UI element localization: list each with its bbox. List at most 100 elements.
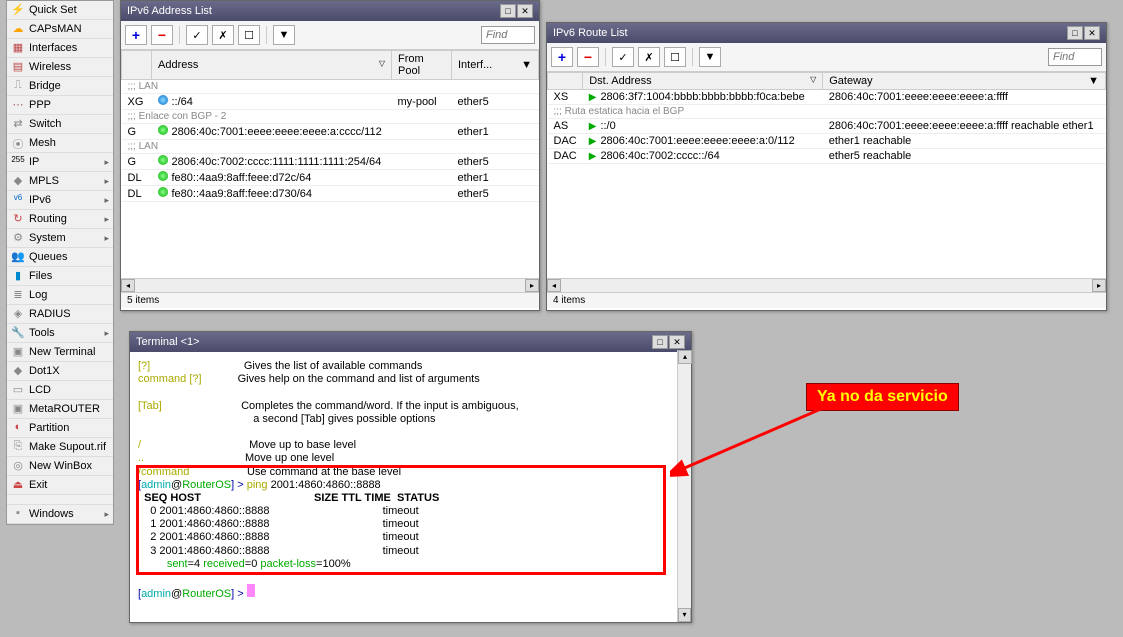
filter-button[interactable]: ▼: [273, 25, 295, 45]
menu-dot1x[interactable]: ◆Dot1X: [7, 362, 113, 381]
table-row[interactable]: DLfe80::4aa9:8aff:feee:d72c/64ether1: [122, 170, 539, 186]
col-interface[interactable]: Interf...▼: [452, 51, 539, 80]
menu-system[interactable]: ⚙System▸: [7, 229, 113, 248]
exit-icon: ⏏: [11, 478, 25, 492]
menu-label: Exit: [29, 479, 47, 491]
menu-exit[interactable]: ⏏ Exit: [7, 476, 113, 495]
menu-ipv6[interactable]: v6IPv6▸: [7, 191, 113, 210]
maximize-button[interactable]: □: [652, 335, 668, 349]
table-row[interactable]: DAC▶2806:40c:7002:cccc::/64ether5 reacha…: [548, 149, 1106, 164]
menu-mesh[interactable]: ⦿Mesh: [7, 134, 113, 153]
menu-windows[interactable]: ▪ Windows ▸: [7, 505, 113, 524]
find-input[interactable]: [481, 26, 535, 44]
table-row[interactable]: ;;; LAN: [122, 140, 539, 154]
table-row[interactable]: XS▶2806:3f7:1004:bbbb:bbbb:bbbb:f0ca:beb…: [548, 90, 1106, 105]
thunder-icon: ⚡: [11, 3, 25, 17]
comment-button[interactable]: ☐: [238, 25, 260, 45]
menu-queues[interactable]: 👥Queues: [7, 248, 113, 267]
window-title: IPv6 Route List: [553, 27, 628, 39]
col-gateway[interactable]: Gateway▼: [823, 73, 1106, 90]
titlebar[interactable]: Terminal <1> □ ✕: [130, 332, 691, 352]
maximize-button[interactable]: □: [500, 4, 516, 18]
add-button[interactable]: +: [551, 47, 573, 67]
menu-label: CAPsMAN: [29, 23, 82, 35]
windows-icon: ▪: [11, 507, 25, 521]
menu-quick-set[interactable]: ⚡ Quick Set: [7, 1, 113, 20]
menu-label: MPLS: [29, 175, 59, 187]
col-address[interactable]: Address▽: [152, 51, 392, 80]
mpls-icon: ◆: [11, 174, 25, 188]
remove-button[interactable]: −: [151, 25, 173, 45]
menu-make-supout[interactable]: ⎘Make Supout.rif: [7, 438, 113, 457]
find-input[interactable]: [1048, 48, 1102, 66]
disable-button[interactable]: ✗: [638, 47, 660, 67]
enable-button[interactable]: ✓: [612, 47, 634, 67]
terminal-output[interactable]: [?] Gives the list of available commands…: [130, 352, 691, 612]
annotation-label: Ya no da servicio: [806, 383, 959, 411]
menu-ip[interactable]: 255IP▸: [7, 153, 113, 172]
maximize-button[interactable]: □: [1067, 26, 1083, 40]
menu-label: PPP: [29, 99, 51, 111]
menu-mpls[interactable]: ◆MPLS▸: [7, 172, 113, 191]
menu-tools[interactable]: 🔧Tools▸: [7, 324, 113, 343]
menu-label: Quick Set: [29, 4, 77, 16]
col-dst-address[interactable]: Dst. Address▽: [583, 73, 823, 90]
menu-bridge[interactable]: ⎍Bridge: [7, 77, 113, 96]
menu-lcd[interactable]: ▭ LCD: [7, 381, 113, 400]
table-row[interactable]: G2806:40c:7002:cccc:1111:1111:1111:254/6…: [122, 154, 539, 170]
scrollbar[interactable]: ◂▸: [121, 278, 539, 292]
menu-metarouter[interactable]: ▣ MetaROUTER: [7, 400, 113, 419]
col-flags[interactable]: [548, 73, 583, 90]
table-row[interactable]: ;;; Ruta estatica hacia el BGP: [548, 105, 1106, 119]
close-button[interactable]: ✕: [669, 335, 685, 349]
chevron-right-icon: ▸: [104, 509, 109, 520]
menu-radius[interactable]: ◈RADIUS: [7, 305, 113, 324]
table-row[interactable]: DLfe80::4aa9:8aff:feee:d730/64ether5: [122, 186, 539, 202]
menu-label: IPv6: [29, 194, 51, 206]
col-flags[interactable]: [122, 51, 152, 80]
cursor: [247, 584, 255, 597]
chevron-right-icon: ▸: [104, 214, 109, 225]
menu-capsman[interactable]: ☁CAPsMAN: [7, 20, 113, 39]
menu-switch[interactable]: ⇄Switch: [7, 115, 113, 134]
menu-label: LCD: [29, 384, 51, 396]
chevron-right-icon: ▸: [104, 195, 109, 206]
bridge-icon: ⎍: [11, 79, 25, 93]
menu-label: MetaROUTER: [29, 403, 100, 415]
metarouter-icon: ▣: [11, 402, 25, 416]
menu-new-winbox[interactable]: ◎New WinBox: [7, 457, 113, 476]
table-row[interactable]: ;;; Enlace con BGP - 2: [122, 110, 539, 124]
add-button[interactable]: +: [125, 25, 147, 45]
menu-label: Routing: [29, 213, 67, 225]
scrollbar-vertical[interactable]: ▴▾: [677, 350, 691, 622]
table-row[interactable]: DAC▶2806:40c:7001:eeee:eeee:eeee:a:0/112…: [548, 134, 1106, 149]
remove-button[interactable]: −: [577, 47, 599, 67]
table-row[interactable]: AS▶::/02806:40c:7001:eeee:eeee:eeee:a:ff…: [548, 119, 1106, 134]
menu-partition[interactable]: ◐Partition: [7, 419, 113, 438]
dot1x-icon: ◆: [11, 364, 25, 378]
col-from-pool[interactable]: From Pool: [392, 51, 452, 80]
scrollbar[interactable]: ◂▸: [547, 278, 1106, 292]
menu-label: Log: [29, 289, 47, 301]
menu-files[interactable]: ▮Files: [7, 267, 113, 286]
close-button[interactable]: ✕: [1084, 26, 1100, 40]
enable-button[interactable]: ✓: [186, 25, 208, 45]
menu-wireless[interactable]: ▤Wireless: [7, 58, 113, 77]
menu-interfaces[interactable]: ▦Interfaces: [7, 39, 113, 58]
table-row[interactable]: G2806:40c:7001:eeee:eeee:eeee:a:cccc/112…: [122, 124, 539, 140]
menu-routing[interactable]: ↻Routing▸: [7, 210, 113, 229]
menu-log[interactable]: ≣Log: [7, 286, 113, 305]
menu-label: Windows: [29, 508, 74, 520]
comment-button[interactable]: ☐: [664, 47, 686, 67]
table-row[interactable]: XG::/64my-poolether5: [122, 94, 539, 110]
disable-button[interactable]: ✗: [212, 25, 234, 45]
titlebar[interactable]: IPv6 Route List □ ✕: [547, 23, 1106, 43]
menu-label: Make Supout.rif: [29, 441, 106, 453]
menu-ppp[interactable]: ⋯PPP: [7, 96, 113, 115]
close-button[interactable]: ✕: [517, 4, 533, 18]
filter-button[interactable]: ▼: [699, 47, 721, 67]
menu-new-terminal[interactable]: ▣New Terminal: [7, 343, 113, 362]
lcd-icon: ▭: [11, 383, 25, 397]
table-row[interactable]: ;;; LAN: [122, 80, 539, 94]
titlebar[interactable]: IPv6 Address List □ ✕: [121, 1, 539, 21]
